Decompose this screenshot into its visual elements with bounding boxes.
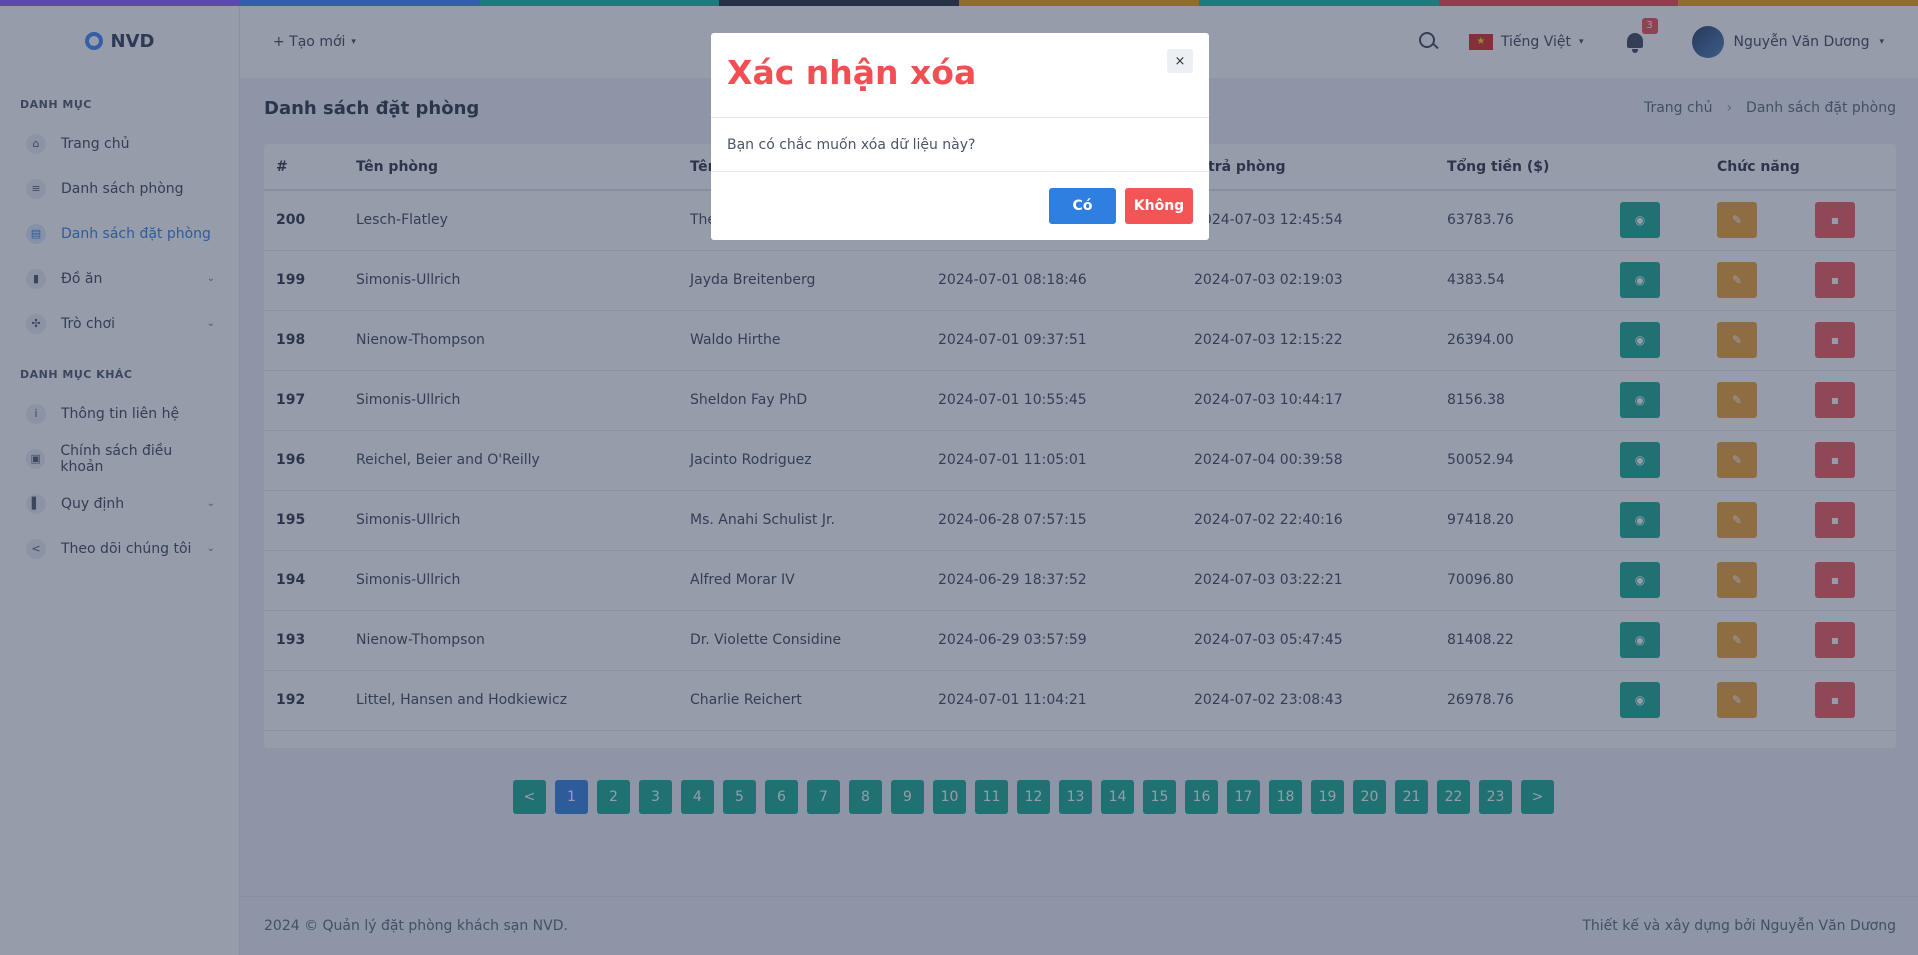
confirm-yes-button[interactable]: Có (1049, 187, 1116, 224)
confirm-delete-modal: Xác nhận xóa × Bạn có chắc muốn xóa dữ l… (711, 33, 1209, 240)
close-icon[interactable]: × (1167, 49, 1193, 73)
modal-message: Bạn có chắc muốn xóa dữ liệu này? (727, 136, 976, 153)
modal-title: Xác nhận xóa (727, 53, 977, 92)
confirm-no-button[interactable]: Không (1125, 187, 1193, 224)
